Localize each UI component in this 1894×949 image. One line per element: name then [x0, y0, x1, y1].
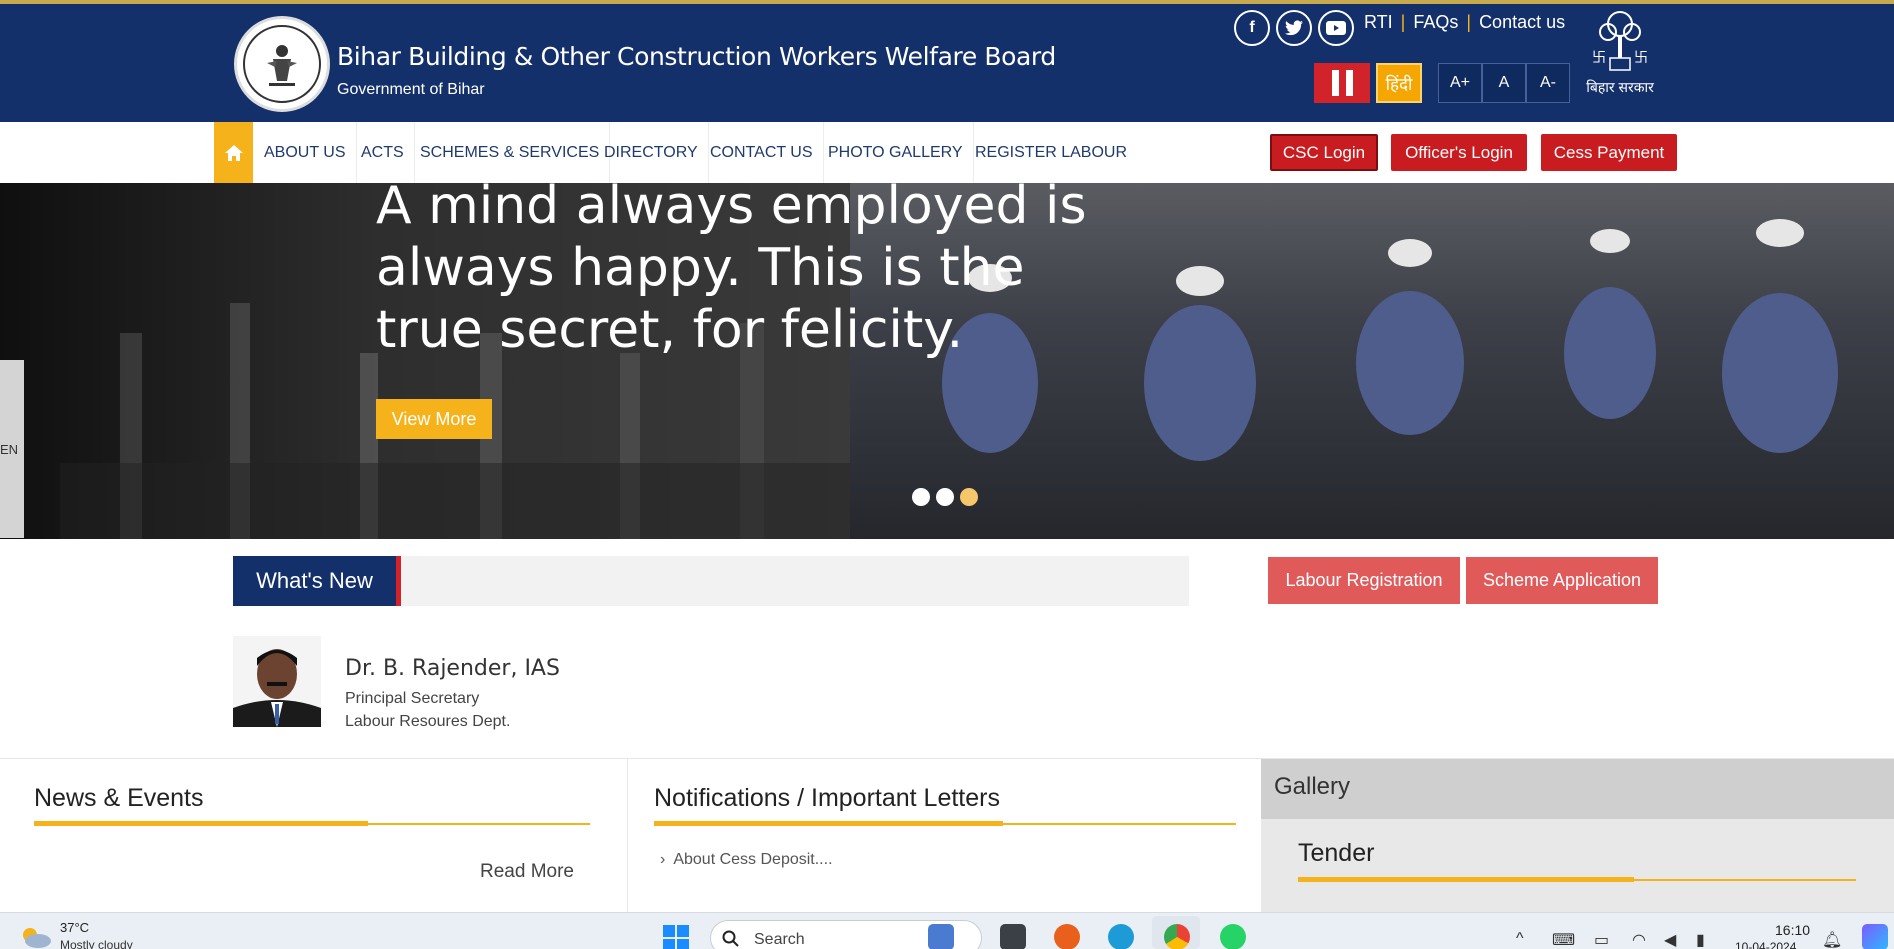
taskbar-search-placeholder: Search — [754, 931, 805, 948]
gallery-header — [1261, 759, 1894, 819]
gallery-title: Gallery — [1274, 773, 1351, 800]
faqs-link[interactable]: FAQs — [1413, 12, 1458, 33]
language-tab[interactable]: EN — [0, 360, 24, 538]
slider-dot-1[interactable] — [912, 488, 930, 506]
nav-directory[interactable]: DIRECTORY — [594, 122, 709, 183]
separator: | — [1466, 12, 1472, 32]
notification-bell-icon[interactable]: 🔔︎ — [1822, 930, 1842, 949]
nav-register-labour[interactable]: REGISTER LABOUR — [965, 122, 1137, 183]
org-title: Bihar Building & Other Construction Work… — [337, 42, 1056, 71]
display-icon[interactable]: ▭ — [1594, 930, 1609, 949]
news-events-title: News & Events — [34, 784, 204, 812]
nav-contact-us[interactable]: CONTACT US — [700, 122, 824, 183]
officer-department: Labour Resoures Dept. — [345, 713, 511, 730]
scheme-application-button[interactable]: Scheme Application — [1466, 557, 1658, 604]
pause-button[interactable] — [1314, 63, 1370, 103]
slider-dot-3-active[interactable] — [960, 488, 978, 506]
site-header: Bihar Building & Other Construction Work… — [0, 0, 1894, 122]
tender-underline-accent — [1298, 877, 1634, 882]
separator: | — [1400, 12, 1406, 32]
news-underline-accent — [34, 821, 368, 826]
home-icon[interactable] — [214, 122, 253, 183]
font-increase-button[interactable]: A+ — [1438, 63, 1482, 103]
notifications-title: Notifications / Important Letters — [654, 784, 1000, 812]
chevron-right-icon: › — [660, 851, 666, 868]
notifications-underline-accent — [654, 821, 1003, 826]
cess-payment-button[interactable]: Cess Payment — [1541, 134, 1677, 171]
hero-slider: A mind always employed is always happy. … — [0, 183, 1894, 539]
contact-link[interactable]: Contact us — [1479, 12, 1565, 33]
nav-acts[interactable]: ACTS — [351, 122, 415, 183]
board-logo-emblem — [243, 25, 321, 103]
officer-name: Dr. B. Rajender, IAS — [345, 656, 560, 681]
csc-login-button[interactable]: CSC Login — [1270, 134, 1378, 171]
font-decrease-button[interactable]: A- — [1526, 63, 1570, 103]
youtube-icon[interactable] — [1318, 10, 1354, 46]
whatsapp-icon[interactable] — [1220, 924, 1246, 949]
chrome-icon[interactable] — [1164, 924, 1190, 949]
bihar-govt-emblem[interactable]: 卐 卐 बिहार सरकार — [1582, 10, 1658, 106]
svg-text:卐: 卐 — [1634, 50, 1648, 66]
language-tab-label: EN — [0, 441, 19, 457]
view-more-button[interactable]: View More — [376, 399, 492, 439]
svg-text:卐: 卐 — [1592, 50, 1606, 66]
battery-icon[interactable]: ▮ — [1696, 930, 1705, 949]
keyboard-icon[interactable]: ⌨ — [1552, 930, 1575, 949]
rti-link[interactable]: RTI — [1364, 12, 1393, 33]
nav-photo-gallery[interactable]: PHOTO GALLERY — [818, 122, 974, 183]
edge-icon[interactable] — [1108, 924, 1134, 949]
windows-start-icon[interactable] — [662, 924, 690, 949]
chevron-up-icon[interactable]: ^ — [1516, 930, 1524, 948]
board-logo[interactable] — [234, 16, 330, 112]
clock-time[interactable]: 16:10 — [1775, 922, 1810, 938]
officers-login-button[interactable]: Officer's Login — [1391, 134, 1527, 171]
hindi-language-button[interactable]: हिंदी — [1376, 63, 1422, 103]
read-more-link[interactable]: Read More — [480, 861, 574, 883]
emblem-label: बिहार सरकार — [1586, 79, 1654, 95]
slider-dot-2[interactable] — [936, 488, 954, 506]
copilot-icon[interactable] — [1862, 924, 1888, 949]
notification-item-text: About Cess Deposit.... — [673, 851, 833, 868]
org-subtitle: Government of Bihar — [337, 81, 485, 98]
search-icon — [722, 930, 739, 947]
facebook-icon[interactable]: f — [1234, 10, 1270, 46]
wifi-icon[interactable]: ◠ — [1632, 930, 1646, 949]
labour-registration-button[interactable]: Labour Registration — [1268, 557, 1460, 604]
weather-icon[interactable] — [18, 923, 52, 949]
task-view-icon[interactable] — [1000, 924, 1026, 949]
top-links: RTI | FAQs | Contact us — [1364, 12, 1565, 33]
officer-photo — [233, 636, 321, 727]
notifications-panel — [628, 759, 1261, 912]
news-events-panel — [0, 759, 628, 912]
nav-about-us[interactable]: ABOUT US — [254, 122, 357, 183]
pause-icon-bar — [1345, 70, 1353, 96]
whats-new-label: What's New — [233, 556, 401, 606]
clock-date[interactable]: 10-04-2024 — [1735, 940, 1796, 949]
bodhi-tree-icon: 卐 卐 — [1592, 11, 1648, 71]
weather-temperature: 37°C — [60, 920, 90, 935]
notification-item[interactable]: › About Cess Deposit.... — [660, 851, 833, 869]
hero-quote: A mind always employed is always happy. … — [376, 183, 1087, 360]
officer-title: Principal Secretary — [345, 690, 480, 707]
weather-description: Mostly cloudy — [60, 938, 133, 949]
twitter-icon[interactable] — [1276, 10, 1312, 46]
tender-title: Tender — [1298, 839, 1375, 867]
font-normal-button[interactable]: A — [1482, 63, 1526, 103]
pause-icon-bar — [1331, 70, 1339, 96]
volume-icon[interactable]: ◀ — [1664, 930, 1676, 949]
firefox-icon[interactable] — [1054, 924, 1080, 949]
search-highlight-icon[interactable] — [928, 924, 954, 949]
nav-schemes-services[interactable]: SCHEMES & SERVICES — [410, 122, 611, 183]
